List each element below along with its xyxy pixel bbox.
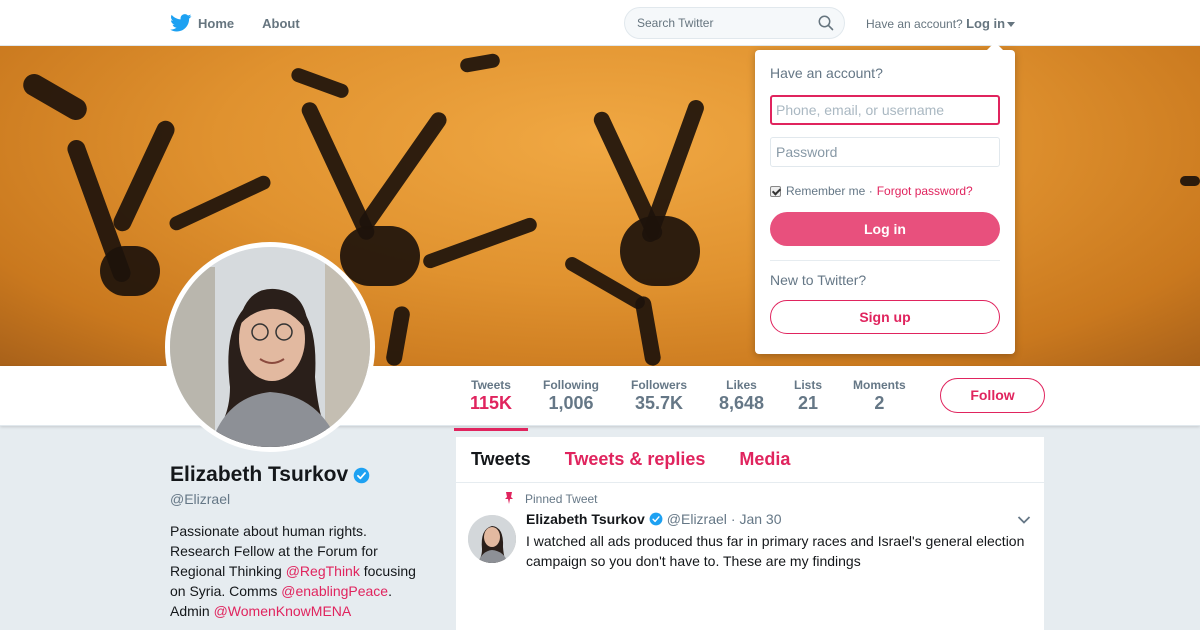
top-nav: Home About Search Twitter Have an accoun… xyxy=(0,0,1200,46)
login-dropdown: Have an account? Phone, email, or userna… xyxy=(755,42,1015,354)
tweet-avatar-illustration xyxy=(468,515,516,563)
password-field[interactable]: Password xyxy=(770,137,1000,167)
username-field[interactable]: Phone, email, or username xyxy=(770,95,1000,125)
stat-label: Following xyxy=(543,378,599,392)
new-to-twitter-text: New to Twitter? xyxy=(770,272,867,288)
tab-media[interactable]: Media xyxy=(739,449,790,470)
verified-icon xyxy=(649,512,663,526)
caret-down-icon[interactable] xyxy=(1007,22,1016,28)
search-icon[interactable] xyxy=(818,15,834,31)
profile-bio: Passionate about human rights. Research … xyxy=(170,521,425,621)
stat-label: Followers xyxy=(631,378,688,392)
search-input[interactable]: Search Twitter xyxy=(624,7,845,39)
avatar[interactable] xyxy=(165,242,375,452)
timeline-tabs: Tweets Tweets & replies Media xyxy=(456,437,1044,483)
password-placeholder: Password xyxy=(776,144,838,160)
chevron-down-icon[interactable] xyxy=(1017,515,1031,525)
tab-tweets-replies[interactable]: Tweets & replies xyxy=(565,449,706,470)
avatar-photo xyxy=(170,247,370,447)
have-account-text: Have an account? xyxy=(866,17,963,31)
remember-row: Remember me · Forgot password? xyxy=(770,184,973,198)
stat-label: Tweets xyxy=(471,378,511,392)
nav-left: Home About xyxy=(170,0,328,46)
divider xyxy=(770,260,1000,261)
tweet-header: Elizabeth Tsurkov @Elizrael · Jan 30 xyxy=(526,511,782,527)
tweet-author-handle[interactable]: @Elizrael xyxy=(667,511,727,527)
pin-icon xyxy=(505,492,513,504)
login-prompt: Have an account? Log in xyxy=(866,16,1016,31)
stat-value: 1,006 xyxy=(548,393,594,413)
nav-about-link[interactable]: About xyxy=(262,16,300,31)
stat-value: 115K xyxy=(470,393,513,413)
verified-icon xyxy=(353,467,370,483)
bio-mention-womenknowmena[interactable]: @WomenKnowMENA xyxy=(214,603,352,619)
timeline: Tweets Tweets & replies Media Pinned Twe… xyxy=(456,437,1044,630)
profile-handle: @Elizrael xyxy=(170,491,231,507)
stat-label: Moments xyxy=(853,378,906,392)
forgot-password-link[interactable]: Forgot password? xyxy=(877,184,973,198)
remember-checkbox[interactable] xyxy=(770,185,781,197)
profile-name-text: Elizabeth Tsurkov xyxy=(170,463,349,486)
stat-value: 2 xyxy=(874,393,885,413)
tweet-avatar[interactable] xyxy=(468,515,516,563)
username-placeholder: Phone, email, or username xyxy=(776,102,945,118)
stat-likes[interactable]: Likes 8,648 xyxy=(719,378,764,414)
twitter-bird-icon[interactable] xyxy=(170,14,192,32)
stat-moments[interactable]: Moments 2 xyxy=(853,378,906,414)
tweet-date[interactable]: · Jan 30 xyxy=(731,511,782,527)
tab-tweets[interactable]: Tweets xyxy=(471,449,531,470)
search-placeholder: Search Twitter xyxy=(637,16,714,30)
remember-label: Remember me · xyxy=(786,184,873,198)
stat-label: Likes xyxy=(726,378,757,392)
stat-following[interactable]: Following 1,006 xyxy=(543,378,599,414)
profile-name: Elizabeth Tsurkov xyxy=(170,463,370,487)
dropdown-title: Have an account? xyxy=(770,65,883,81)
nav-home-link[interactable]: Home xyxy=(198,16,234,31)
tweet-text: I watched all ads produced thus far in p… xyxy=(526,533,1025,569)
avatar-illustration xyxy=(170,247,370,447)
signup-button[interactable]: Sign up xyxy=(770,300,1000,334)
stat-value: 8,648 xyxy=(719,393,765,413)
stat-followers[interactable]: Followers 35.7K xyxy=(631,378,687,414)
bio-mention-enablingpeace[interactable]: @enablingPeace xyxy=(281,583,388,599)
follow-button[interactable]: Follow xyxy=(940,378,1045,413)
stat-label: Lists xyxy=(794,378,823,392)
stat-value: 21 xyxy=(797,393,819,413)
stat-tweets[interactable]: Tweets 115K xyxy=(453,378,529,431)
nav-login-link[interactable]: Log in xyxy=(966,16,1005,31)
login-button[interactable]: Log in xyxy=(770,212,1000,246)
stat-lists[interactable]: Lists 21 xyxy=(794,378,822,414)
stat-value: 35.7K xyxy=(634,393,684,413)
tweet-author-name[interactable]: Elizabeth Tsurkov xyxy=(526,511,645,527)
bio-mention-regthink[interactable]: @RegThink xyxy=(286,563,360,579)
pinned-label: Pinned Tweet xyxy=(525,492,598,506)
